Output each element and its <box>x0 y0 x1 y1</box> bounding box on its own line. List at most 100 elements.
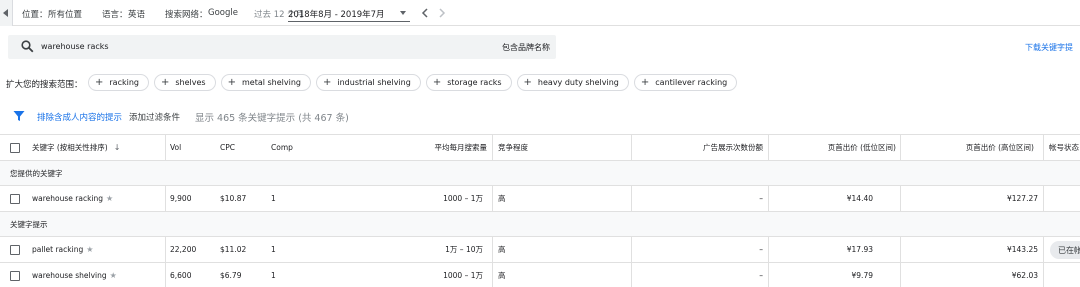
suggestion-chip[interactable]: + cantilever racking <box>633 74 738 91</box>
brand-name-filter[interactable]: 包含品牌名称 <box>502 42 550 53</box>
avg-monthly-cell: 1000 – 1万 <box>443 271 483 280</box>
keyword-cell[interactable]: pallet racking ★ <box>32 237 162 262</box>
bid-high-cell: ¥127.27 <box>1006 194 1038 203</box>
row-checkbox[interactable] <box>10 193 20 204</box>
suggestion-chip[interactable]: + industrial shelving <box>316 74 421 91</box>
search-icon <box>21 40 34 53</box>
group-header-row: 您提供的关键字 <box>0 161 1080 186</box>
filter-bar: 位置： 所有位置 语言： 英语 搜索网络： Google 过去 12 个月 20… <box>0 0 1080 26</box>
exclude-adult-ideas-link[interactable]: 排除含成人内容的提示 <box>37 111 122 123</box>
column-cpc[interactable]: CPC <box>220 135 260 160</box>
download-keywords-link[interactable]: 下载关键字提 <box>1025 42 1073 53</box>
column-account-status[interactable]: 帐号状态 <box>1049 135 1080 160</box>
row-checkbox[interactable] <box>10 244 20 255</box>
cpc-cell: $10.87 <box>220 194 247 203</box>
keyword-text: pallet racking <box>32 245 84 254</box>
bid-low-cell: ¥14.40 <box>846 194 873 203</box>
plus-icon: + <box>160 76 170 88</box>
column-comp[interactable]: Comp <box>271 135 311 160</box>
table-row[interactable]: warehouse racking ★ 9,900 $10.87 1 1000 – 1万 高… <box>0 186 1080 212</box>
dropdown-caret-icon <box>400 11 406 15</box>
previous-period-icon[interactable] <box>420 7 430 19</box>
group-label: 关键字提示 <box>10 219 48 229</box>
group-label: 您提供的关键字 <box>10 168 63 178</box>
suggestion-chip[interactable]: + storage racks <box>425 74 512 91</box>
chip-label: cantilever racking <box>655 78 728 87</box>
group-header-row: 关键字提示 <box>0 212 1080 237</box>
table-row[interactable]: warehouse shelving ★ 6,600 $6.79 1 1000 – 1万 高… <box>0 263 1080 287</box>
keyword-count: 显示 465 条关键字提示 (共 467 条) <box>195 113 349 124</box>
chip-label: storage racks <box>447 78 502 87</box>
column-vol[interactable]: Vol <box>170 135 210 160</box>
date-range-value: 2018年8月 - 2019年7月 <box>288 10 385 20</box>
suggestion-chip[interactable]: + racking <box>88 74 149 91</box>
impression-share-cell: – <box>759 245 763 254</box>
suggestion-chip[interactable]: + shelves <box>153 74 216 91</box>
keyword-text: warehouse racking <box>32 194 104 203</box>
cpc-cell: $11.02 <box>220 245 247 254</box>
column-bid-low[interactable]: 页首出价 (低位区间) <box>780 135 896 160</box>
next-period-icon[interactable] <box>437 7 447 19</box>
chip-label: metal shelving <box>241 78 301 87</box>
bid-low-cell: ¥17.93 <box>846 245 873 254</box>
comp-cell: 1 <box>271 271 276 280</box>
suggestion-chip[interactable]: + metal shelving <box>220 74 311 91</box>
plus-icon: + <box>432 76 442 88</box>
keyword-table: 关键字 (按相关性排序) ↓ Vol CPC Comp 平均每月搜索量 竞争程度 … <box>0 134 1080 287</box>
star-icon[interactable]: ★ <box>110 271 117 280</box>
sort-arrow-icon[interactable]: ↓ <box>114 143 121 152</box>
plus-icon: + <box>323 76 332 88</box>
expand-search-label: 扩大您的搜索范围： <box>6 80 83 90</box>
comp-cell: 1 <box>271 245 276 254</box>
location-value[interactable]: 所有位置 <box>48 8 82 20</box>
competition-cell: 高 <box>498 194 506 203</box>
select-all-checkbox[interactable] <box>10 142 20 153</box>
bid-high-cell: ¥143.25 <box>1006 245 1038 254</box>
column-impression-share[interactable]: 广告展示次数份额 <box>640 135 763 160</box>
vol-cell: 22,200 <box>170 245 197 254</box>
column-competition[interactable]: 竞争程度 <box>498 135 578 160</box>
network-label: 搜索网络： <box>165 10 208 20</box>
add-filter-button[interactable]: 添加过滤条件 <box>129 111 180 123</box>
table-header: 关键字 (按相关性排序) ↓ Vol CPC Comp 平均每月搜索量 竞争程度 … <box>0 134 1080 161</box>
network-value[interactable]: Google <box>208 8 238 18</box>
search-query[interactable]: warehouse racks <box>41 42 109 51</box>
chip-label: industrial shelving <box>337 78 411 87</box>
star-icon[interactable]: ★ <box>86 245 93 254</box>
cpc-cell: $6.79 <box>220 271 242 280</box>
filter-icon[interactable] <box>13 110 25 122</box>
column-bid-high[interactable]: 页首出价 (高位区间) <box>910 135 1034 160</box>
table-body: 您提供的关键字 warehouse racking ★ 9,900 $10.87 1 100… <box>0 161 1080 287</box>
keyword-cell[interactable]: warehouse shelving ★ <box>32 263 162 287</box>
competition-cell: 高 <box>498 271 506 280</box>
competition-cell: 高 <box>498 245 506 254</box>
column-keyword[interactable]: 关键字 (按相关性排序) ↓ <box>32 135 162 160</box>
chip-label: heavy duty shelving <box>537 78 619 87</box>
vol-cell: 6,600 <box>170 271 192 280</box>
language-label: 语言： <box>102 10 128 20</box>
keyword-cell[interactable]: warehouse racking ★ <box>32 186 162 211</box>
account-status-badge: 已在帐 <box>1050 241 1080 259</box>
keyword-text: warehouse shelving <box>32 271 107 280</box>
chip-label: shelves <box>175 78 206 87</box>
suggestion-chips: + racking + shelves + metal shelving + industri… <box>88 74 738 91</box>
bid-high-cell: ¥62.03 <box>1011 271 1038 280</box>
keyword-search-box[interactable]: warehouse racks 包含品牌名称 <box>8 35 556 59</box>
column-avg-monthly[interactable]: 平均每月搜索量 <box>380 135 488 160</box>
collapse-sidebar-button[interactable] <box>0 0 13 26</box>
star-icon[interactable]: ★ <box>106 194 113 203</box>
impression-share-cell: – <box>759 194 763 203</box>
avg-monthly-cell: 1000 – 1万 <box>443 194 483 203</box>
plus-icon: + <box>227 76 236 88</box>
vol-cell: 9,900 <box>170 194 192 203</box>
language-value[interactable]: 英语 <box>128 8 145 20</box>
location-label: 位置： <box>22 10 48 20</box>
suggestion-chip[interactable]: + heavy duty shelving <box>516 74 629 91</box>
bid-low-cell: ¥9.79 <box>851 271 873 280</box>
row-checkbox[interactable] <box>10 270 20 281</box>
chevron-left-icon <box>3 9 8 17</box>
table-row[interactable]: pallet racking ★ 22,200 $11.02 1 1万 – 10万 高 – ¥1… <box>0 237 1080 263</box>
plus-icon: + <box>640 76 650 88</box>
plus-icon: + <box>523 76 532 88</box>
date-range-dropdown[interactable]: 2018年8月 - 2019年7月 <box>288 4 410 22</box>
